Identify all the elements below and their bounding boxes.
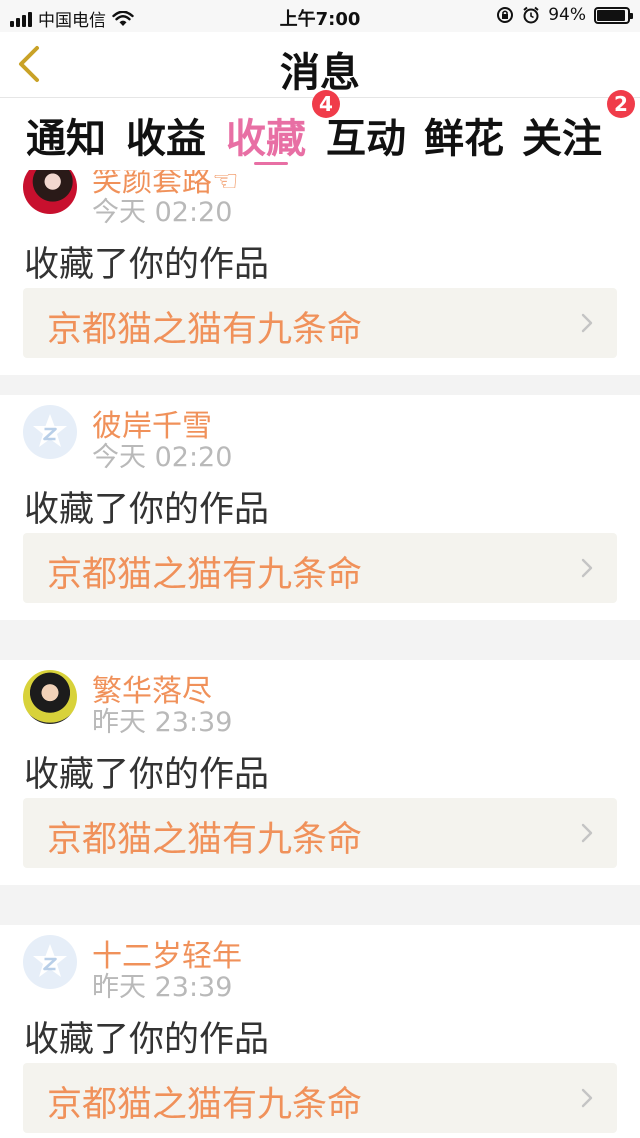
- action-text: 收藏了你的作品: [24, 1020, 270, 1060]
- battery-fill: [597, 9, 626, 21]
- status-bar: 中国电信 上午7:00 94%: [0, 0, 640, 32]
- action-text: 收藏了你的作品: [24, 490, 270, 530]
- timestamp: 昨天 23:39: [92, 707, 233, 738]
- tab-bar: 通知 收益 收藏 4 互动 鲜花 关注 2: [0, 90, 640, 170]
- tab-favorites[interactable]: 收藏: [226, 106, 306, 164]
- chevron-right-icon: [581, 823, 593, 843]
- timestamp: 昨天 23:39: [92, 972, 233, 1003]
- avatar[interactable]: [23, 170, 77, 214]
- list-item: 笑颜套路☜ 今天 02:20 收藏了你的作品 京都猫之猫有九条命: [0, 170, 640, 375]
- nav-bar: 消息: [0, 32, 640, 98]
- timestamp: 今天 02:20: [92, 197, 233, 228]
- tab-interactions[interactable]: 互动: [326, 106, 406, 164]
- orientation-lock-icon: [497, 7, 514, 23]
- avatar[interactable]: [23, 405, 77, 459]
- list-item: 十二岁轻年 昨天 23:39 收藏了你的作品 京都猫之猫有九条命: [0, 925, 640, 1138]
- battery-icon: [594, 6, 633, 24]
- work-title: 京都猫之猫有九条命: [47, 1085, 363, 1125]
- default-avatar-icon: [33, 944, 67, 977]
- follows-badge: 2: [607, 90, 635, 118]
- favorites-feed[interactable]: 笑颜套路☜ 今天 02:20 收藏了你的作品 京都猫之猫有九条命 彼岸千雪 今天…: [0, 170, 640, 1138]
- timestamp: 今天 02:20: [92, 442, 233, 473]
- list-item: 彼岸千雪 今天 02:20 收藏了你的作品 京都猫之猫有九条命: [0, 395, 640, 620]
- status-right: 94%: [496, 5, 633, 25]
- tab-follows[interactable]: 关注: [522, 106, 602, 164]
- work-title: 京都猫之猫有九条命: [47, 555, 363, 595]
- chevron-right-icon: [581, 558, 593, 578]
- tab-flowers[interactable]: 鲜花: [424, 106, 504, 164]
- chevron-right-icon: [581, 1088, 593, 1108]
- active-tab-indicator: [254, 162, 288, 165]
- avatar[interactable]: [23, 935, 77, 989]
- chevron-right-icon: [581, 313, 593, 333]
- work-link[interactable]: 京都猫之猫有九条命: [23, 533, 617, 603]
- work-link[interactable]: 京都猫之猫有九条命: [23, 288, 617, 358]
- tab-notifications[interactable]: 通知: [26, 106, 106, 164]
- page-title: 消息: [280, 50, 360, 96]
- work-link[interactable]: 京都猫之猫有九条命: [23, 798, 617, 868]
- work-title: 京都猫之猫有九条命: [47, 820, 363, 860]
- tab-earnings[interactable]: 收益: [126, 106, 206, 164]
- battery-percent: 94%: [548, 5, 586, 25]
- action-text: 收藏了你的作品: [24, 755, 270, 795]
- work-link[interactable]: 京都猫之猫有九条命: [23, 1063, 617, 1133]
- work-title: 京都猫之猫有九条命: [47, 310, 363, 350]
- action-text: 收藏了你的作品: [24, 245, 270, 285]
- list-item: 繁华落尽 昨天 23:39 收藏了你的作品 京都猫之猫有九条命: [0, 660, 640, 885]
- avatar[interactable]: [23, 670, 77, 724]
- alarm-icon: [523, 6, 539, 24]
- default-avatar-icon: [33, 414, 67, 447]
